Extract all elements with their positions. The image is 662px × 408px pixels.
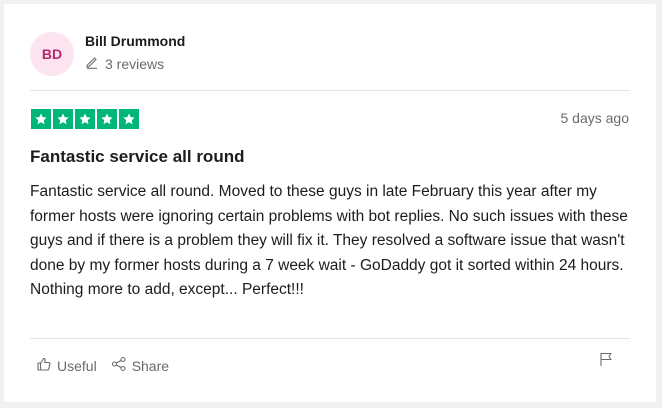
reviewer-meta: 3 reviews	[85, 55, 185, 72]
review-body-paragraph: Fantastic service all round. Moved to th…	[30, 183, 628, 274]
flag-icon	[599, 352, 613, 371]
star-rating	[31, 109, 139, 129]
review-date: 5 days ago	[560, 110, 630, 126]
share-icon	[111, 356, 132, 375]
share-label: Share	[131, 357, 170, 374]
divider	[30, 90, 630, 91]
review-actions: Useful Share	[36, 356, 183, 375]
star-icon	[31, 109, 51, 129]
star-icon	[119, 109, 139, 129]
star-icon	[75, 109, 95, 129]
share-button[interactable]: Share	[111, 356, 169, 375]
thumbs-up-icon	[36, 356, 57, 375]
report-button[interactable]	[599, 351, 613, 372]
star-icon	[97, 109, 117, 129]
useful-label: Useful	[57, 357, 97, 374]
pencil-icon	[85, 55, 105, 72]
reviewer-info: Bill Drummond 3 reviews	[85, 26, 185, 72]
useful-button[interactable]: Useful	[36, 356, 97, 375]
star-icon	[53, 109, 73, 129]
reviewer-header: BD Bill Drummond 3 reviews	[30, 26, 185, 76]
review-title: Fantastic service all round	[30, 147, 245, 166]
review-card: BD Bill Drummond 3 reviews 5 days ago Fa…	[4, 4, 656, 402]
divider	[30, 338, 630, 339]
avatar[interactable]: BD	[30, 32, 74, 76]
review-count: 3 reviews	[105, 55, 165, 72]
review-body-paragraph: Nothing more to add, except... Perfect!!…	[30, 281, 304, 298]
review-body: Fantastic service all round. Moved to th…	[30, 180, 634, 303]
reviewer-name[interactable]: Bill Drummond	[85, 32, 185, 50]
